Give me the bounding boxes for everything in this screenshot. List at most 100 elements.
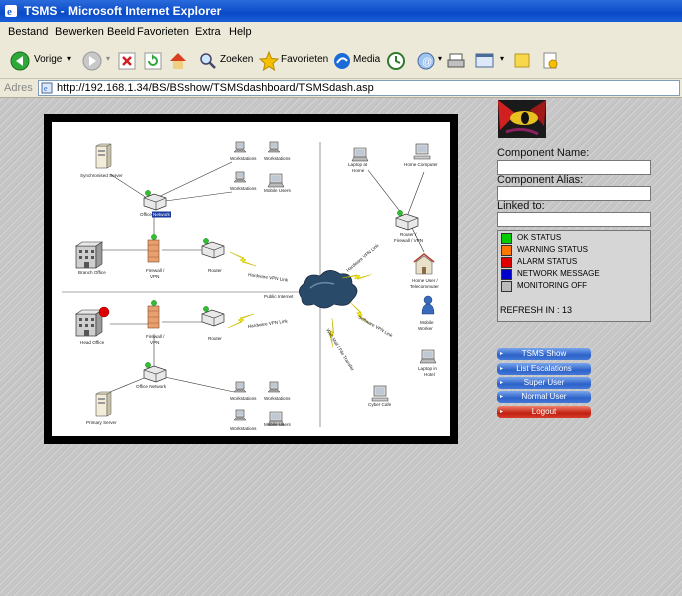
svg-text:e: e xyxy=(44,84,48,93)
laptop-at-home-icon[interactable] xyxy=(351,147,369,162)
office-network-label: Office Network xyxy=(136,384,167,389)
menu-help[interactable]: Help xyxy=(229,26,252,38)
workstation-icon[interactable] xyxy=(267,141,281,153)
cyber-cafe-icon[interactable] xyxy=(371,385,389,402)
component-alias-label: Component Alias: xyxy=(497,174,584,186)
branch-office-building-icon[interactable] xyxy=(75,241,103,269)
workstations-label: Workstations xyxy=(230,156,257,161)
media-icon[interactable] xyxy=(332,50,352,72)
media-label[interactable]: Media xyxy=(353,54,380,76)
edit-dropdown-icon[interactable]: ▾ xyxy=(500,54,504,76)
public-internet-label: Public Internet xyxy=(264,294,294,299)
hardware-vpn-link-top-icon xyxy=(229,251,257,267)
svg-text:e: e xyxy=(7,6,12,18)
internet-cloud-icon[interactable] xyxy=(299,270,358,309)
head-office-label: Head Office xyxy=(80,340,105,345)
alarm-status-indicator[interactable] xyxy=(98,306,110,318)
search-icon[interactable] xyxy=(198,50,218,72)
menu-extra[interactable]: Extra xyxy=(195,26,221,38)
mail-dropdown-icon[interactable]: ▾ xyxy=(438,54,442,76)
alarm-status-swatch xyxy=(501,257,512,268)
address-bar: Adres e http://192.168.1.34/BS/BSshow/TS… xyxy=(0,79,682,98)
forward-dropdown-icon[interactable]: ▾ xyxy=(106,54,110,76)
workstations-label: Workstations xyxy=(264,156,291,161)
menu-bewerken[interactable]: Bewerken xyxy=(55,26,104,38)
address-label: Adres xyxy=(4,82,33,94)
software-vpn-link-label: Software VPN Link xyxy=(358,315,394,339)
eye-logo-icon xyxy=(498,100,546,138)
home-router-firewall-icon[interactable] xyxy=(395,210,419,231)
research-icon[interactable] xyxy=(540,50,560,72)
home-icon[interactable] xyxy=(168,50,188,72)
primary-server-label: Primary Server xyxy=(86,420,117,425)
arrow-icon: ▸ xyxy=(500,394,504,400)
workstation-icon[interactable] xyxy=(267,381,281,393)
logout-button[interactable]: ▸ Logout xyxy=(497,406,591,418)
primary-server-icon[interactable] xyxy=(95,391,112,417)
messenger-icon[interactable] xyxy=(512,50,532,72)
workstation-icon[interactable] xyxy=(233,381,247,393)
back-arrow-icon[interactable] xyxy=(10,50,30,72)
laptop-in-hotel-icon[interactable] xyxy=(419,349,437,364)
menu-beeld[interactable]: Beeld xyxy=(107,26,135,38)
head-office-building-icon[interactable] xyxy=(75,309,103,337)
favorites-label[interactable]: Favorieten xyxy=(281,54,328,76)
window-title-bar: e TSMS - Microsoft Internet Explorer xyxy=(0,0,682,22)
refresh-icon[interactable] xyxy=(144,50,162,72)
super-user-button[interactable]: ▸ Super User xyxy=(497,377,591,389)
back-dropdown-icon[interactable]: ▾ xyxy=(67,54,71,76)
refresh-countdown: REFRESH IN : 13 xyxy=(500,305,573,315)
mobile-users-label: Mobile Users xyxy=(264,188,292,193)
menu-bestand[interactable]: Bestand xyxy=(8,26,48,38)
menu-favorieten[interactable]: Favorieten xyxy=(137,26,189,38)
stop-icon[interactable] xyxy=(118,50,136,72)
window-title: TSMS - Microsoft Internet Explorer xyxy=(24,4,222,18)
forward-arrow-icon[interactable] xyxy=(82,50,102,72)
component-name-field[interactable] xyxy=(497,160,651,175)
laptop-at-home-label-b: Home xyxy=(352,168,365,173)
firewall-vpn-top-icon[interactable] xyxy=(147,234,160,263)
cyber-cafe-label: Cyber Cafe xyxy=(368,402,392,407)
print-icon[interactable] xyxy=(446,50,466,72)
router-label: Router xyxy=(208,268,222,273)
laptop-in-hotel-label-a: Laptop in xyxy=(418,366,437,371)
workstations-label: Workstations xyxy=(264,396,291,401)
laptop-at-home-label-a: Laptop at xyxy=(348,162,368,167)
edit-icon[interactable] xyxy=(474,50,496,72)
back-label[interactable]: Vorige xyxy=(34,54,62,76)
list-escalations-button[interactable]: ▸ List Escalations xyxy=(497,363,591,375)
address-input[interactable]: e http://192.168.1.34/BS/BSshow/TSMSdash… xyxy=(38,80,680,96)
workstation-icon[interactable] xyxy=(233,409,247,421)
router-bottom-icon[interactable] xyxy=(201,306,225,327)
workstation-icon[interactable] xyxy=(233,171,247,183)
menu-bar: Bestand Bewerken Beeld Favorieten Extra … xyxy=(0,22,682,43)
home-user-telecommuter-icon[interactable] xyxy=(413,253,435,275)
web-mail-label: Web Mail / File Transfer xyxy=(325,328,355,372)
synchronised-server-icon[interactable] xyxy=(95,143,112,169)
linked-to-field[interactable] xyxy=(497,212,651,227)
hardware-vpn-link-label: Hardware VPN Link xyxy=(248,272,289,283)
firewall-vpn-label-b: VPN xyxy=(150,340,159,345)
component-alias-field[interactable] xyxy=(497,186,651,201)
office-network-top-switch-icon[interactable] xyxy=(143,190,167,211)
svg-text:@: @ xyxy=(422,57,432,68)
mail-icon[interactable]: @ xyxy=(416,50,436,72)
office-network-bottom-switch-icon[interactable] xyxy=(143,362,167,383)
mobile-users-top-icon[interactable] xyxy=(267,173,285,188)
home-computer-icon[interactable] xyxy=(413,143,431,160)
arrow-icon: ▸ xyxy=(500,380,504,386)
router-top-icon[interactable] xyxy=(201,238,225,259)
search-label[interactable]: Zoeken xyxy=(220,54,253,76)
mobile-users-label: Mobile Users xyxy=(264,422,292,427)
mobile-worker-icon[interactable] xyxy=(421,295,435,315)
diagram-svg: Synchronised Server Office Network Works… xyxy=(62,141,439,431)
tsms-show-button[interactable]: ▸ TSMS Show xyxy=(497,348,591,360)
history-icon[interactable] xyxy=(386,50,406,72)
workstation-icon[interactable] xyxy=(233,141,247,153)
firewall-vpn-bottom-icon[interactable] xyxy=(147,300,160,329)
favorites-star-icon[interactable] xyxy=(258,50,280,72)
address-url: http://192.168.1.34/BS/BSshow/TSMSdashbo… xyxy=(57,82,374,94)
mobile-worker-label-b: Worker xyxy=(418,326,433,331)
normal-user-button[interactable]: ▸ Normal User xyxy=(497,391,591,403)
office-network-top-label-b: Network xyxy=(153,212,171,217)
